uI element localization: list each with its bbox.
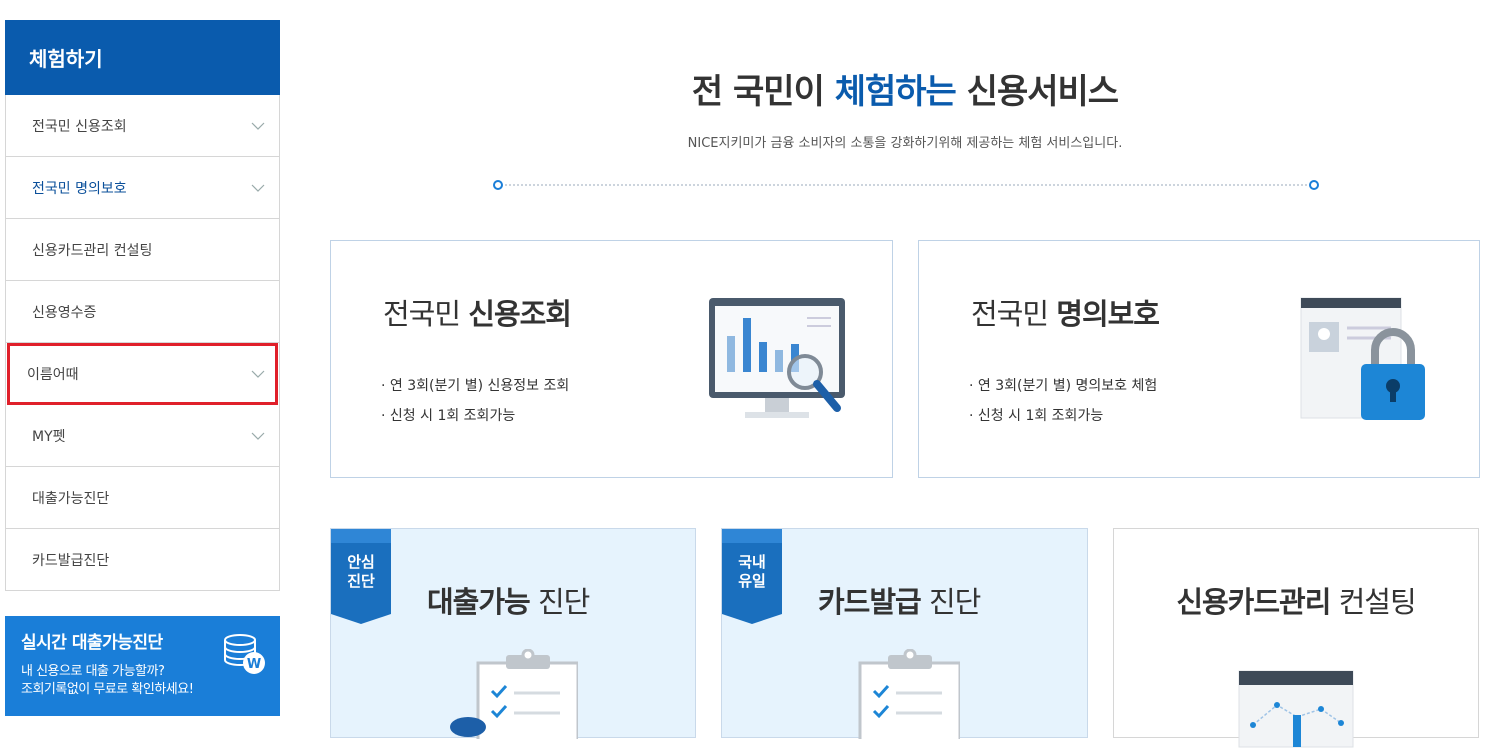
sidebar-item-loan-diagnosis[interactable]: 대출가능진단 — [6, 467, 279, 529]
sidebar-item-card-diagnosis[interactable]: 카드발급진단 — [6, 529, 279, 591]
card-title-bold: 대출가능 — [427, 585, 531, 619]
ribbon-line: 안심 — [347, 553, 375, 571]
identity-protection-card[interactable]: 전국민 명의보호 · 연 3회(분기 별) 명의보호 체험 · 신청 시 1회 … — [918, 240, 1480, 478]
sidebar-title: 체험하기 — [5, 20, 280, 95]
card-title: 대출가능 진단 — [427, 579, 590, 621]
bullet-item: · 연 3회(분기 별) 신용정보 조회 — [381, 378, 570, 394]
ribbon-text: 안심 진단 — [331, 553, 391, 591]
title-accent: 체험하는 — [834, 72, 957, 112]
loan-diagnosis-banner[interactable]: 실시간 대출가능진단 내 신용으로 대출 가능할까? 조회기록없이 무료로 확인… — [5, 616, 280, 716]
sidebar-item-my-pet[interactable]: MY펫 — [6, 405, 279, 467]
chevron-down-icon — [251, 370, 265, 378]
page-subtitle: NICE지키미가 금융 소비자의 소통을 강화하기위해 제공하는 체험 서비스입… — [687, 136, 1123, 151]
coin-stack-icon: W — [224, 634, 265, 674]
card-issue-diagnosis-card[interactable]: 국내 유일 카드발급 진단 — [721, 528, 1088, 739]
bullet-item: · 신청 시 1회 조회가능 — [969, 408, 1104, 424]
ribbon-text: 국내 유일 — [722, 553, 782, 591]
chevron-down-icon — [251, 184, 265, 192]
sidebar-item-identity-protection[interactable]: 전국민 명의보호 — [6, 157, 279, 219]
sidebar-item-credit-receipt[interactable]: 신용영수증 — [6, 281, 279, 343]
sidebar-item-label: 신용영수증 — [32, 304, 97, 321]
sidebar-item-credit-check[interactable]: 전국민 신용조회 — [6, 95, 279, 157]
ribbon-line: 진단 — [347, 572, 375, 590]
chevron-down-icon — [251, 122, 265, 130]
bullet-item: · 신청 시 1회 조회가능 — [381, 408, 516, 424]
card-title: 전국민 신용조회 — [383, 291, 572, 333]
ribbon-line: 유일 — [738, 572, 766, 590]
lock-id-card-icon — [1300, 297, 1425, 420]
card-title-bold: 카드발급 — [818, 585, 922, 619]
sidebar-item-label: MY펫 — [32, 428, 66, 445]
card-consulting-card[interactable]: 신용카드관리 컨설팅 — [1113, 528, 1479, 748]
sidebar-item-name-check[interactable]: 이름어때 — [7, 343, 278, 405]
card-title-bold: 신용조회 — [468, 297, 572, 331]
credit-check-card[interactable]: 전국민 신용조회 · 연 3회(분기 별) 신용정보 조회 · 신청 시 1회 … — [330, 240, 893, 478]
chevron-down-icon — [251, 432, 265, 440]
card-title-light: 진단 — [529, 585, 590, 619]
loan-diagnosis-card[interactable]: 안심 진단 대출가능 진단 — [330, 528, 696, 739]
monitor-chart-icon — [709, 298, 845, 418]
sidebar-item-label: 대출가능진단 — [32, 490, 110, 507]
sidebar-item-label: 카드발급진단 — [32, 552, 110, 569]
title-text: 전 국민이 — [691, 72, 835, 112]
card-title: 전국민 명의보호 — [971, 291, 1160, 333]
sidebar-menu: 전국민 신용조회 전국민 명의보호 신용카드관리 컨설팅 신용영수증 이름어때 … — [5, 95, 280, 591]
card-bullets: · 연 3회(분기 별) 명의보호 체험 · 신청 시 1회 조회가능 — [969, 371, 1157, 431]
page-title: 전 국민이 체험하는 신용서비스 — [330, 64, 1480, 113]
card-title: 카드발급 진단 — [818, 579, 981, 621]
card-title-light: 컨설팅 — [1330, 585, 1417, 619]
card-title-bold: 명의보호 — [1056, 297, 1160, 331]
card-bullets: · 연 3회(분기 별) 신용정보 조회 · 신청 시 1회 조회가능 — [381, 371, 569, 431]
banner-line: 조회기록없이 무료로 확인하세요! — [21, 682, 194, 697]
sidebar-item-label: 신용카드관리 컨설팅 — [32, 242, 153, 259]
card-title-light: 진단 — [920, 585, 981, 619]
svg-text:W: W — [247, 657, 261, 672]
monitor-graph-icon — [1238, 670, 1354, 748]
sidebar-item-label: 전국민 명의보호 — [32, 180, 127, 197]
sidebar-item-label: 이름어때 — [27, 367, 79, 383]
sidebar-item-card-consulting[interactable]: 신용카드관리 컨설팅 — [6, 219, 279, 281]
clipboard-checklist-icon — [450, 649, 578, 739]
divider-line — [493, 180, 1319, 190]
sidebar: 체험하기 전국민 신용조회 전국민 명의보호 신용카드관리 컨설팅 신용영수증 … — [5, 20, 280, 716]
clipboard-checklist-icon — [858, 649, 960, 739]
ribbon-line: 국내 — [738, 553, 766, 571]
title-text: 신용서비스 — [955, 72, 1119, 112]
bullet-item: · 연 3회(분기 별) 명의보호 체험 — [969, 378, 1158, 394]
card-title-bold: 신용카드관리 — [1176, 585, 1331, 619]
sidebar-item-label: 전국민 신용조회 — [32, 118, 127, 135]
card-title-light: 전국민 — [971, 297, 1057, 331]
card-title-light: 전국민 — [383, 297, 469, 331]
card-title: 신용카드관리 컨설팅 — [1114, 579, 1478, 621]
